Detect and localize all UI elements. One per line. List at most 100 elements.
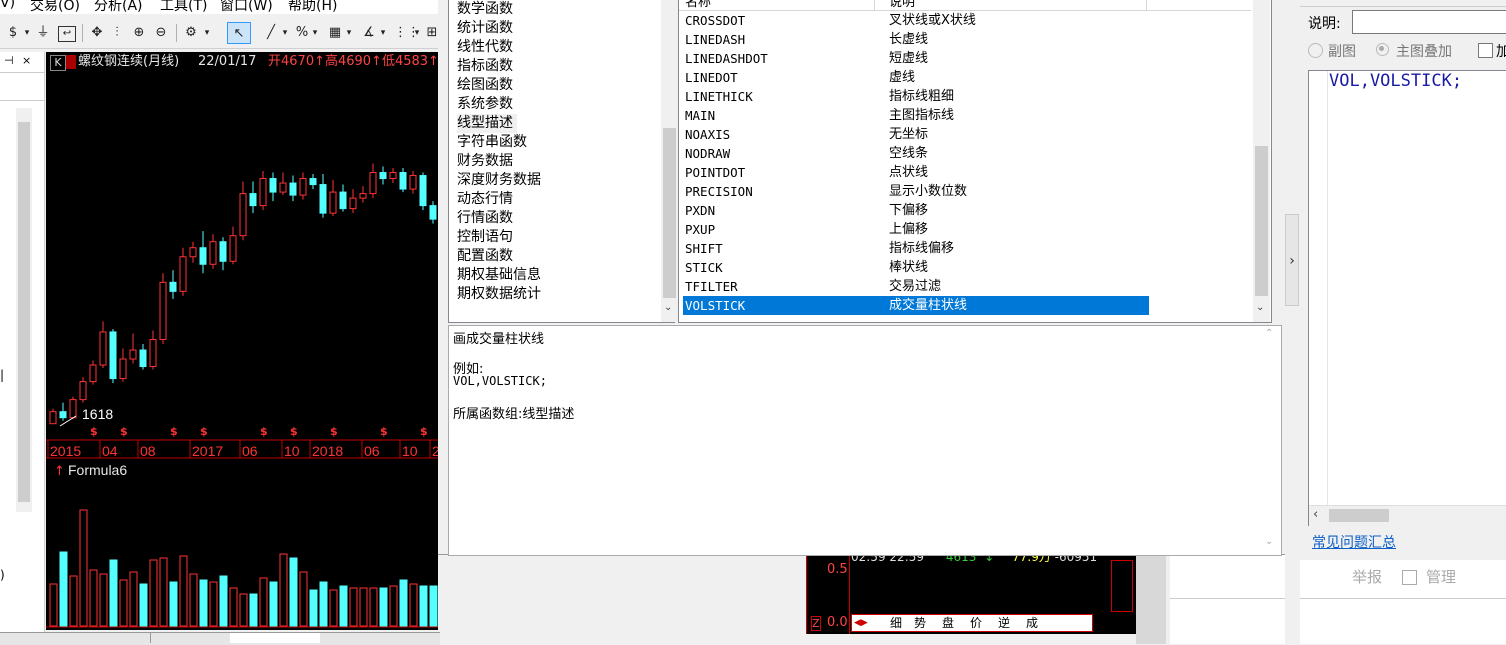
category-scrollbar[interactable]: ⌄ — [661, 0, 678, 322]
grid-icon[interactable]: ▦ — [326, 22, 344, 44]
category-item[interactable]: 期权基础信息 — [457, 266, 541, 285]
function-row[interactable]: PXDN 下偏移 — [683, 201, 1149, 220]
editor-hscroll-thumb[interactable] — [1329, 509, 1389, 522]
function-row[interactable]: NODRAW 空线条 — [683, 144, 1149, 163]
category-list[interactable]: 数学函数 统计函数 线性代数 指标函数 绘图函数 系统参数 线型描述 字符串函数 财务数据 深度财… — [448, 0, 678, 323]
chevron-down-icon[interactable]: ⌄ — [1256, 302, 1264, 313]
kline-chart[interactable]: K 螺纹钢连续(月线) 22/01/17 开4670↑高4690↑低4583↑ … — [46, 52, 438, 630]
angle-icon[interactable]: ∡ — [360, 22, 378, 44]
left-scrollbar[interactable] — [16, 108, 32, 512]
header-name[interactable]: 名称 — [685, 0, 711, 10]
pointer-select-icon[interactable]: ↖ — [227, 22, 251, 44]
quote-tab-price[interactable]: 价 — [970, 615, 982, 631]
function-row[interactable]: CROSSDOT 叉状线或X状线 — [683, 11, 1149, 30]
category-item[interactable]: 深度财务数据 — [457, 171, 541, 190]
move-icon[interactable]: ✥ — [88, 22, 106, 44]
quote-zoom-icon[interactable]: Z — [811, 616, 821, 631]
dropdown-arrow-icon[interactable]: ▾ — [22, 22, 32, 44]
quote-tab-detail[interactable]: 细 — [890, 615, 902, 631]
category-item[interactable]: 行情函数 — [457, 209, 513, 228]
bottom-tab[interactable] — [60, 633, 151, 643]
faq-link[interactable]: 常见问题汇总 — [1312, 532, 1396, 552]
quote-tab-trade[interactable]: 成 — [1026, 615, 1038, 631]
function-row[interactable]: TFILTER 交易过滤 — [683, 277, 1149, 296]
description-input[interactable] — [1352, 10, 1506, 34]
chevron-down-icon[interactable]: ⌄ — [1265, 536, 1273, 547]
function-row[interactable]: PRECISION 显示小数位数 — [683, 182, 1149, 201]
radio-subchart[interactable] — [1308, 43, 1323, 58]
report-link[interactable]: 举报 — [1352, 566, 1382, 587]
function-row[interactable]: LINEDASHDOT 短虚线 — [683, 49, 1149, 68]
undo-icon[interactable]: ↩ — [58, 26, 76, 42]
zoom-in-icon[interactable]: ⊕ — [130, 22, 148, 44]
function-row[interactable]: PXUP 上偏移 — [683, 220, 1149, 239]
category-item[interactable]: 字符串函数 — [457, 133, 527, 152]
formula-code-editor[interactable]: VOL,VOLSTICK; ‹ — [1308, 70, 1506, 526]
category-item[interactable]: 线型描述 — [457, 114, 517, 133]
function-row[interactable]: NOAXIS 无坐标 — [683, 125, 1149, 144]
function-row[interactable]: MAIN 主图指标线 — [683, 106, 1149, 125]
dropdown-arrow-icon[interactable]: ▾ — [280, 22, 290, 44]
cursor-line-icon[interactable]: ⫶ — [110, 22, 124, 44]
category-item[interactable]: 数学函数 — [457, 0, 513, 19]
bottom-tab[interactable] — [150, 633, 231, 643]
description-scrollbar[interactable]: ⌃ ⌄ — [1263, 328, 1279, 553]
prev-arrow-icon[interactable]: ◀▶ — [854, 615, 868, 631]
function-row[interactable]: LINEDOT 虚线 — [683, 68, 1149, 87]
formula-code-text[interactable]: VOL,VOLSTICK; — [1329, 71, 1462, 91]
category-item[interactable]: 绘图函数 — [457, 76, 513, 95]
dropdown-arrow-icon[interactable]: ▾ — [202, 22, 212, 44]
category-item[interactable]: 控制语句 — [457, 228, 513, 247]
menu-item-v[interactable]: V) — [0, 0, 15, 11]
add-checkbox[interactable] — [1478, 43, 1493, 58]
menu-item-help[interactable]: 帮助(H) — [288, 0, 337, 14]
category-item[interactable]: 统计函数 — [457, 19, 513, 38]
dropdown-arrow-icon[interactable]: ▾ — [310, 22, 320, 44]
function-row[interactable]: STICK 棒状线 — [683, 258, 1149, 277]
menu-item-tools[interactable]: 工具(T) — [160, 0, 207, 14]
dropdown-arrow-icon[interactable]: ▾ — [378, 22, 388, 44]
filter-icon[interactable]: ⏚ — [36, 22, 50, 44]
category-item[interactable]: 指标函数 — [457, 57, 513, 76]
category-item[interactable]: 系统参数 — [457, 95, 513, 114]
dropdown-arrow-icon[interactable]: ▾ — [412, 22, 422, 44]
zoom-out-icon[interactable]: ⊖ — [152, 22, 170, 44]
draw-line-icon[interactable]: ╱ — [262, 22, 280, 44]
dollar-icon[interactable]: $ — [6, 22, 20, 44]
function-row[interactable]: SHIFT 指标线偏移 — [683, 239, 1149, 258]
chevron-up-icon[interactable]: ⌃ — [1265, 328, 1273, 339]
radio-main-overlay[interactable] — [1376, 43, 1389, 56]
menu-item-trade[interactable]: 交易(O) — [30, 0, 80, 14]
header-desc[interactable]: 说明 — [889, 0, 915, 10]
function-list[interactable]: 名称 说明 CROSSDOT 叉状线或X状线 LINEDASH 长虚线 LINEDASH… — [678, 0, 1272, 323]
quote-tab-depth[interactable]: 盘 — [942, 615, 954, 631]
function-row[interactable]: POINTDOT 点状线 — [683, 163, 1149, 182]
table-icon[interactable]: ⊞ — [426, 22, 438, 44]
menu-item-window[interactable]: 窗口(W) — [220, 0, 273, 14]
category-item[interactable]: 动态行情 — [457, 190, 513, 209]
chevron-left-icon[interactable]: ‹ — [1313, 507, 1318, 522]
menu-item-analysis[interactable]: 分析(A) — [94, 0, 143, 14]
editor-hscrollbar[interactable]: ‹ — [1309, 505, 1506, 526]
category-item[interactable]: 财务数据 — [457, 152, 513, 171]
category-item[interactable]: 线性代数 — [457, 38, 513, 57]
category-item[interactable]: 配置函数 — [457, 247, 513, 266]
expand-arrow-icon[interactable]: › — [1285, 214, 1299, 306]
quote-tab-trend[interactable]: 势 — [914, 615, 926, 631]
percent-icon[interactable]: % — [294, 22, 310, 44]
category-item[interactable]: 期权数据统计 — [457, 285, 541, 304]
quote-tab-reverse[interactable]: 逆 — [998, 615, 1010, 631]
function-scroll-thumb[interactable] — [1255, 146, 1268, 296]
function-row[interactable]: LINETHICK 指标线粗细 — [683, 87, 1149, 106]
function-row[interactable]: LINEDASH 长虚线 — [683, 30, 1149, 49]
bottom-tab[interactable] — [230, 633, 320, 643]
dropdown-arrow-icon[interactable]: ▾ — [344, 22, 354, 44]
category-scroll-thumb[interactable] — [663, 128, 676, 298]
quote-scroll[interactable] — [1111, 560, 1133, 612]
function-row[interactable]: VOLSTICK 成交量柱状线 — [683, 296, 1149, 315]
manage-link[interactable]: 管理 — [1426, 566, 1456, 587]
settings-icon[interactable]: ⚙ — [182, 22, 200, 44]
pin-icon[interactable]: ⊣ — [4, 54, 14, 67]
close-icon[interactable]: × — [22, 54, 31, 67]
parallel-lines-icon[interactable]: ⋮⋮ — [394, 22, 420, 44]
